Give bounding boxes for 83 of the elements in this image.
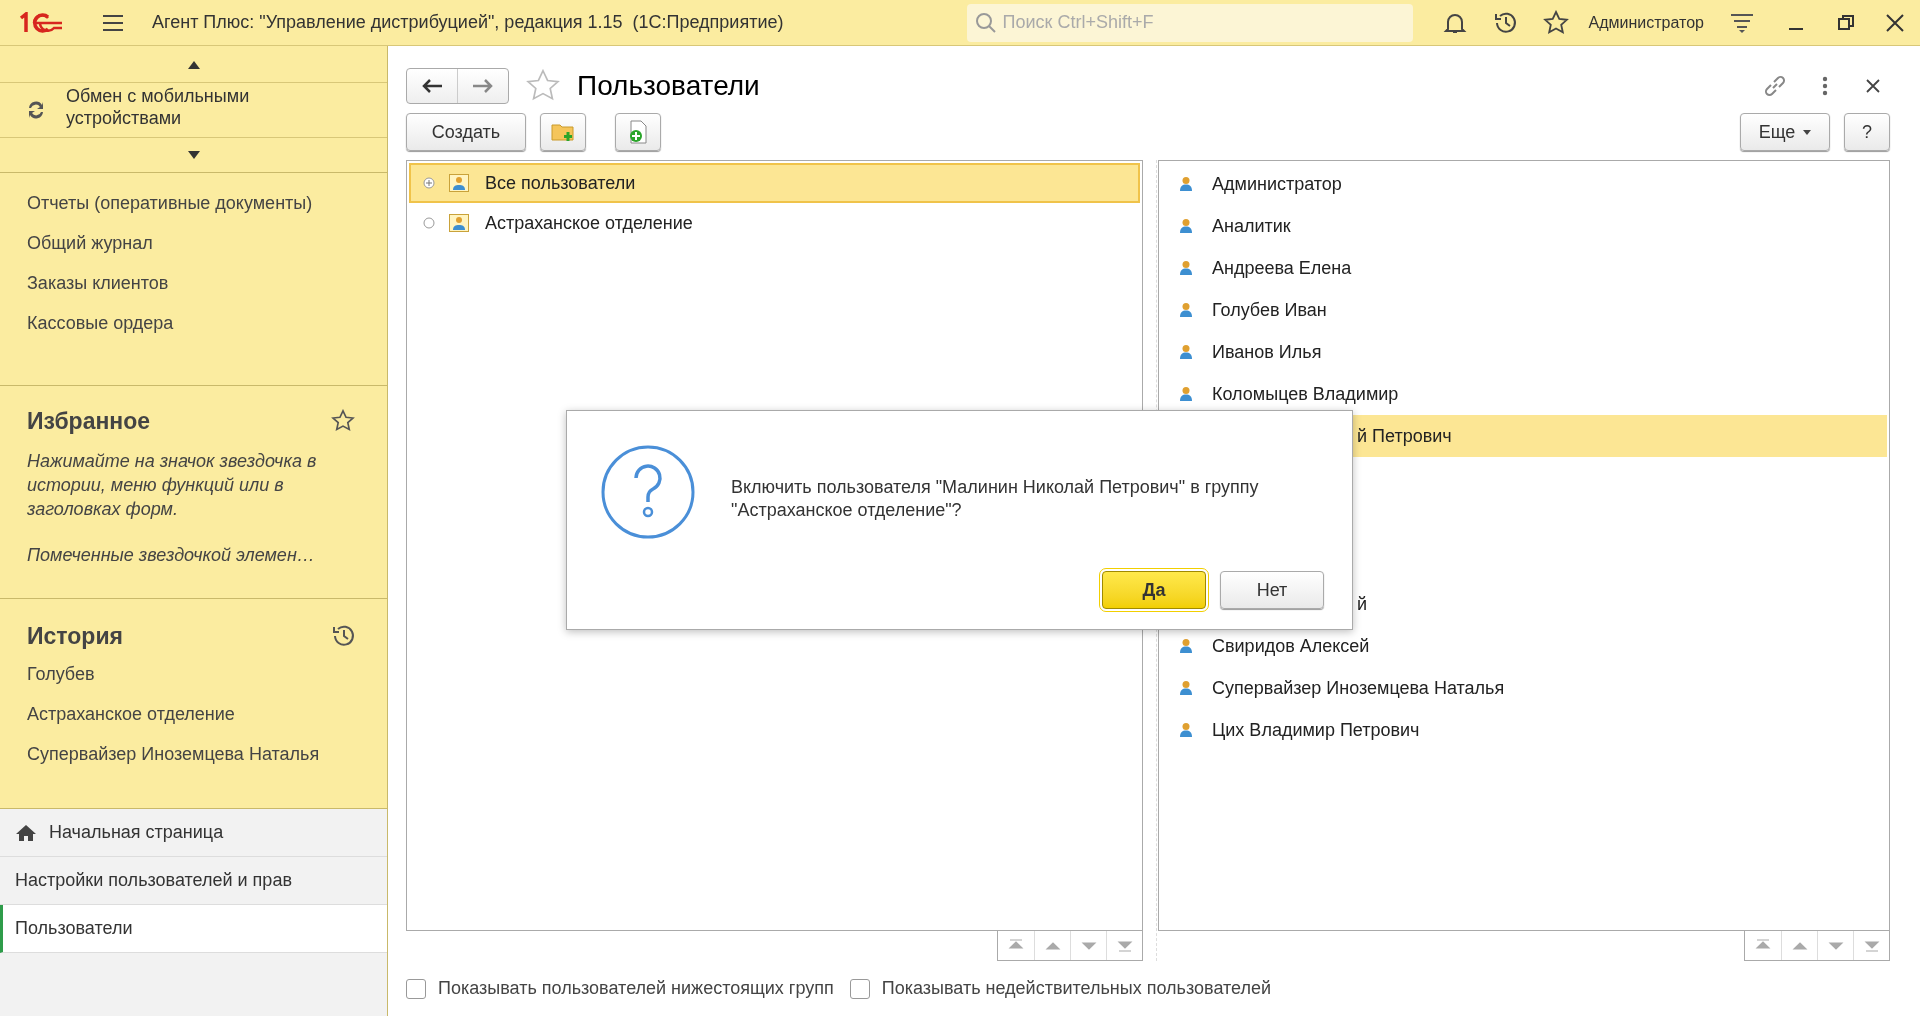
section-heading: История	[27, 622, 123, 651]
section-item[interactable]: Обмен с мобильными устройствами	[66, 85, 286, 129]
link-icon[interactable]	[1762, 73, 1788, 99]
document-plus-icon	[627, 120, 649, 144]
user-icon	[1179, 680, 1193, 696]
caret-icon	[1803, 129, 1812, 135]
folder-plus-icon	[551, 121, 575, 143]
user-name: Свиридов Алексей	[1212, 634, 1370, 658]
user-name[interactable]: Администратор	[1588, 10, 1704, 35]
more-button[interactable]: Еще	[1740, 113, 1830, 151]
hint-text: Помеченные звездочкой элемен…	[27, 543, 316, 567]
user-icon	[1179, 302, 1193, 318]
group-name: Все пользователи	[485, 171, 636, 195]
user-row[interactable]: Коломыцев Владимир	[1161, 373, 1887, 415]
user-icon	[1179, 722, 1193, 738]
expand-icon[interactable]	[423, 177, 435, 189]
section-heading: Избранное	[27, 407, 151, 436]
nav-link[interactable]: Кассовые ордера	[27, 311, 174, 335]
user-row[interactable]: Голубев Иван	[1161, 289, 1887, 331]
user-name: Администратор	[1212, 172, 1342, 196]
nav-link[interactable]: Общий журнал	[27, 231, 153, 255]
checkbox[interactable]	[406, 978, 426, 999]
dialog-button[interactable]: Да	[1102, 571, 1206, 609]
dialog-message: Включить пользователя "Малинин Николай Петрович" в группу "Астраханское отделение"?	[731, 476, 1260, 522]
user-name: Андреева Елена	[1212, 256, 1352, 280]
leaf-icon	[423, 217, 435, 229]
nav-link[interactable]: Отчеты (оперативные документы)	[27, 191, 313, 215]
hint-text: Нажимайте на значок звездочка в истории, меню функций или в заголовках форм.	[27, 449, 318, 521]
checkbox-label[interactable]: Показывать недействительных пользователей	[881, 975, 1272, 1002]
question-icon	[601, 445, 695, 539]
user-row[interactable]: Цих Владимир Петрович	[1161, 709, 1887, 751]
add-item-button[interactable]	[615, 113, 661, 151]
group-name: Астраханское отделение	[485, 211, 693, 235]
user-icon	[1179, 344, 1193, 360]
user-row[interactable]: Андреева Елена	[1161, 247, 1887, 289]
history-link[interactable]: Голубев	[27, 661, 95, 686]
search-icon	[974, 11, 997, 34]
user-name: Аналитик	[1212, 214, 1291, 238]
checkbox-label[interactable]: Показывать пользователей нижестоящих групп	[438, 975, 834, 1002]
user-row[interactable]: Иванов Илья	[1161, 331, 1887, 373]
window-title: Агент Плюс: "Управление дистрибуцией", редакция 1.15 (1С:Предприятие)	[152, 11, 784, 34]
user-row[interactable]: Аналитик	[1161, 205, 1887, 247]
group-row[interactable]: Астраханское отделение	[409, 203, 1140, 243]
home-icon	[15, 823, 37, 842]
history-link[interactable]: Супервайзер Иноземцева Наталья	[27, 741, 320, 766]
user-row[interactable]: Администратор	[1161, 163, 1887, 205]
user-icon	[1179, 176, 1193, 192]
checkbox[interactable]	[849, 978, 870, 999]
star-icon[interactable]	[1542, 9, 1569, 36]
close-icon[interactable]	[1886, 13, 1904, 32]
user-row[interactable]: Супервайзер Иноземцева Наталья	[1161, 667, 1887, 709]
dialog-button[interactable]: Нет	[1220, 571, 1324, 609]
user-name: Иванов Илья	[1212, 340, 1322, 364]
user-icon	[1179, 260, 1193, 276]
user-icon	[1179, 638, 1193, 654]
user-name: Голубев Иван	[1212, 298, 1327, 322]
user-name: й Петрович	[1357, 424, 1452, 448]
search-field[interactable]: Поиск Ctrl+Shift+F	[966, 3, 1413, 42]
create-button[interactable]: Создать	[406, 113, 526, 151]
close-icon[interactable]	[1866, 79, 1880, 93]
user-icon	[1179, 386, 1193, 402]
scroll-down-icon[interactable]	[186, 150, 201, 160]
form-title: Пользователи	[577, 69, 760, 103]
user-name: Цих Владимир Петрович	[1212, 718, 1420, 742]
user-row[interactable]: Свиридов Алексей	[1161, 625, 1887, 667]
star-icon	[331, 409, 355, 434]
restore-icon[interactable]	[1838, 14, 1854, 31]
history-link[interactable]: Астраханское отделение	[27, 701, 235, 726]
scroll-up-icon[interactable]	[186, 60, 201, 70]
more-icon[interactable]	[1822, 76, 1828, 96]
filter-icon[interactable]	[1730, 11, 1754, 34]
help-button[interactable]: ?	[1844, 113, 1890, 151]
add-folder-button[interactable]	[540, 113, 586, 151]
group-row[interactable]: Все пользователи	[409, 163, 1140, 203]
logo-icon	[18, 11, 64, 34]
user-group-icon	[449, 214, 469, 232]
user-group-icon	[449, 174, 469, 192]
user-icon	[1179, 218, 1193, 234]
open-window-tab[interactable]: Пользователи	[0, 905, 387, 953]
user-name: Коломыцев Владимир	[1212, 382, 1399, 406]
menu-icon[interactable]	[102, 13, 124, 32]
user-name: Супервайзер Иноземцева Наталья	[1212, 676, 1505, 700]
nav-link[interactable]: Заказы клиентов	[27, 271, 169, 295]
